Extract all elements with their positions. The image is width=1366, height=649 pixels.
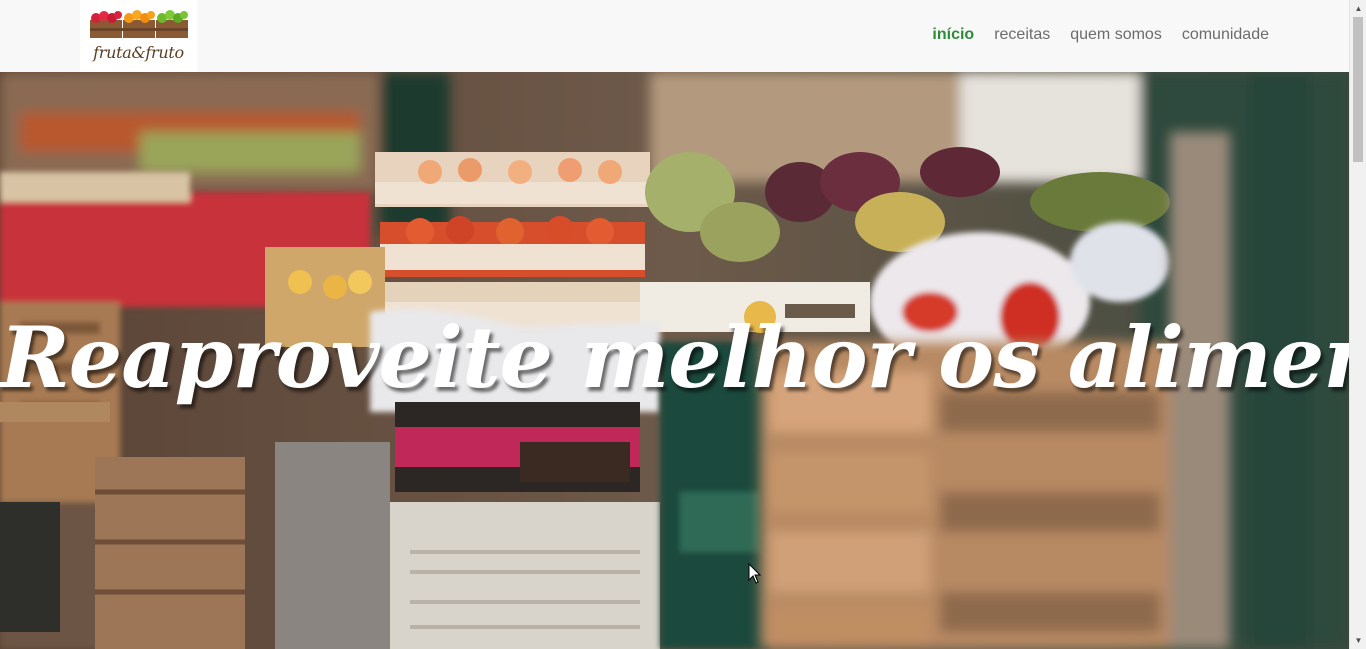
page: fruta&fruto início receitas quem somos c… — [0, 0, 1366, 649]
hero-title: Reaproveite melhor os alimentos! — [0, 308, 1349, 407]
nav-item-inicio: início — [932, 24, 974, 46]
brand-name: fruta&fruto — [93, 43, 184, 62]
fruit-crates-icon — [89, 10, 188, 38]
nav-link-inicio[interactable]: início — [932, 24, 974, 46]
nav-menu: início receitas quem somos comunidade — [932, 24, 1269, 46]
mouse-cursor-icon — [748, 563, 762, 584]
nav-item-receitas: receitas — [994, 24, 1050, 46]
brand-logo-link[interactable]: fruta&fruto — [80, 0, 197, 72]
navbar: fruta&fruto início receitas quem somos c… — [0, 0, 1349, 72]
scroll-up-arrow-icon[interactable]: ▲ — [1350, 0, 1366, 17]
scrollbar-thumb[interactable] — [1353, 17, 1363, 162]
scroll-down-arrow-icon[interactable]: ▼ — [1350, 632, 1366, 649]
nav-link-quem-somos[interactable]: quem somos — [1070, 24, 1162, 46]
hero-section: Reaproveite melhor os alimentos! — [0, 72, 1349, 649]
nav-item-quem-somos: quem somos — [1070, 24, 1162, 46]
nav-link-comunidade[interactable]: comunidade — [1182, 24, 1269, 46]
nav-link-receitas[interactable]: receitas — [994, 24, 1050, 46]
nav-item-comunidade: comunidade — [1182, 24, 1269, 46]
vertical-scrollbar[interactable]: ▲ ▼ — [1349, 0, 1366, 649]
